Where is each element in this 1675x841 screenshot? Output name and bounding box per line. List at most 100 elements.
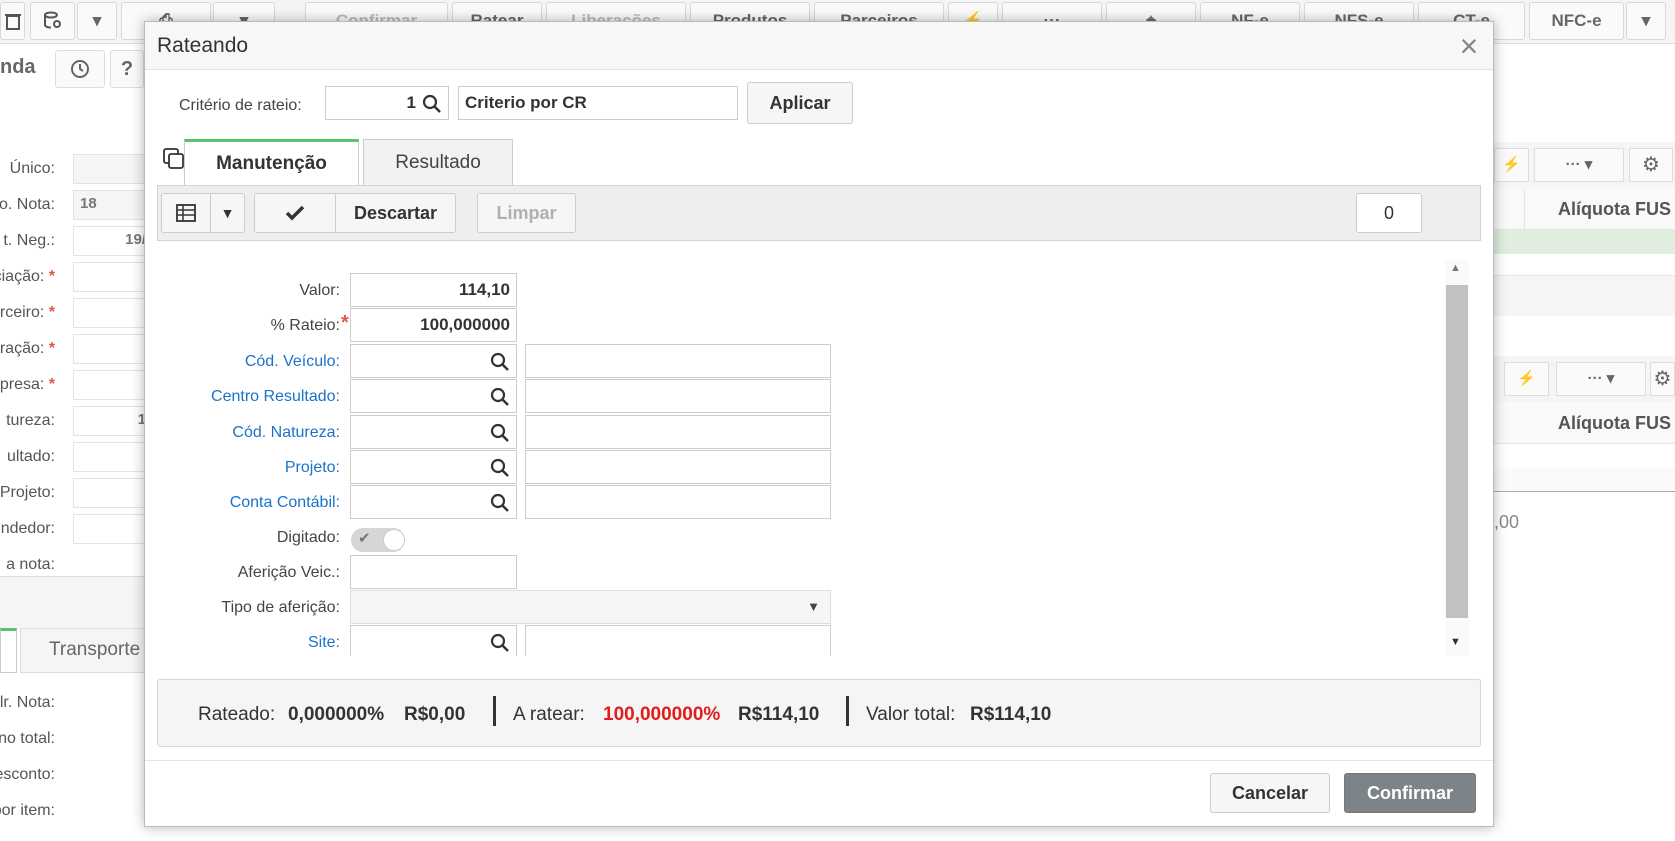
rateio-label: % Rateio:: [270, 317, 340, 334]
row2-label: nda: [0, 56, 36, 78]
centro-label[interactable]: Centro Resultado:: [145, 388, 340, 406]
rateado-percent: 0,000000%: [288, 704, 385, 725]
bg-label: eração: *: [0, 340, 55, 357]
projeto-description[interactable]: [525, 450, 831, 484]
chevron-down-icon[interactable]: ▼: [807, 599, 820, 614]
bg-spacer: [1494, 276, 1675, 316]
natureza-input[interactable]: [350, 415, 517, 449]
search-icon[interactable]: [490, 493, 510, 513]
discard-button[interactable]: Descartar: [335, 193, 456, 233]
check-icon: ✔: [358, 530, 371, 547]
bg-field: [73, 334, 153, 364]
bg-field: [73, 262, 153, 292]
bg-label: Projeto:: [0, 484, 55, 501]
bg-label: ultado:: [6, 448, 55, 465]
more-options-icon[interactable]: ··· ▾: [1556, 362, 1646, 396]
veiculo-description[interactable]: [525, 344, 831, 378]
projeto-input[interactable]: [350, 450, 517, 484]
save-checkmark-icon[interactable]: [254, 193, 336, 233]
chevron-down-icon[interactable]: ▾: [1626, 2, 1666, 40]
scroll-up-icon[interactable]: ▲: [1450, 262, 1461, 274]
afericao-label: Aferição Veic.:: [237, 564, 340, 581]
bg-field: [73, 298, 153, 328]
chevron-down-icon[interactable]: ▼: [210, 193, 245, 233]
nfce-toolbar-button[interactable]: NFC-e: [1529, 2, 1624, 40]
summary-divider: [493, 696, 496, 726]
afericao-input[interactable]: [350, 555, 517, 589]
bg-label: mpresa: *: [0, 376, 55, 393]
cancel-button[interactable]: Cancelar: [1210, 773, 1330, 813]
bg-table-row-selected[interactable]: [1494, 230, 1675, 254]
conta-label[interactable]: Conta Contábil:: [145, 494, 340, 512]
bg-tab-active[interactable]: [0, 628, 17, 673]
bg-divider: [0, 576, 150, 628]
rateio-input[interactable]: 100,000000: [350, 308, 517, 342]
tipo-afericao-select[interactable]: ▼: [350, 590, 831, 624]
search-icon[interactable]: [490, 387, 510, 407]
more-options-icon[interactable]: ··· ▾: [1534, 148, 1624, 182]
close-icon[interactable]: ×: [1451, 28, 1487, 64]
confirm-button[interactable]: Confirmar: [1344, 773, 1476, 813]
aliquota-header: Alíquota FUS: [1558, 199, 1671, 219]
chevron-down-icon[interactable]: ▾: [77, 2, 117, 40]
tab-manutencao[interactable]: Manutenção: [184, 139, 359, 185]
search-icon[interactable]: [490, 423, 510, 443]
rateio-dialog: Rateando × Critério de rateio: 1 Criteri…: [144, 21, 1494, 827]
criterio-code-value: 1: [406, 93, 416, 112]
rateado-label: Rateado:: [198, 704, 276, 725]
lightning-icon[interactable]: ⚡: [1494, 148, 1529, 182]
scroll-down-icon[interactable]: ▼: [1450, 636, 1461, 648]
lightning-icon[interactable]: ⚡: [1504, 362, 1549, 396]
bg-table-row[interactable]: [1494, 254, 1675, 276]
site-input[interactable]: [350, 625, 517, 656]
bg-field: [73, 514, 153, 544]
search-icon[interactable]: [490, 633, 510, 653]
veiculo-label[interactable]: Cód. Veículo:: [145, 353, 340, 371]
bg-field: 1: [73, 406, 153, 436]
database-search-icon[interactable]: [30, 2, 75, 40]
centro-input[interactable]: [350, 379, 517, 413]
grid-view-icon[interactable]: [161, 193, 211, 233]
dialog-header: Rateando ×: [145, 22, 1493, 70]
tab-resultado[interactable]: Resultado: [363, 139, 513, 185]
natureza-description[interactable]: [525, 415, 831, 449]
gear-icon[interactable]: ⚙: [1650, 362, 1675, 396]
bg-label: Único:: [9, 160, 55, 177]
criterio-code-input[interactable]: 1: [325, 86, 449, 120]
clear-button[interactable]: Limpar: [477, 193, 576, 233]
refresh-icon[interactable]: [55, 50, 105, 88]
search-icon[interactable]: [490, 352, 510, 372]
conta-input[interactable]: [350, 485, 517, 519]
required-marker: *: [341, 312, 349, 334]
site-label[interactable]: Site:: [145, 634, 340, 652]
tab-transporte[interactable]: Transporte: [20, 628, 150, 673]
aliquota-header: Alíquota FUS: [1558, 413, 1671, 433]
digitado-label: Digitado:: [276, 529, 340, 546]
criterio-name-input[interactable]: Criterio por CR: [458, 86, 738, 120]
valor-input[interactable]: 114,10: [350, 273, 517, 307]
bg-label: esconto no total:: [0, 730, 55, 747]
trash-icon[interactable]: [0, 2, 25, 40]
search-icon[interactable]: [422, 94, 442, 114]
search-icon[interactable]: [490, 458, 510, 478]
total-value: R$114,10: [970, 704, 1052, 725]
natureza-label[interactable]: Cód. Natureza:: [145, 424, 340, 442]
bg-label: a nota:: [6, 556, 55, 573]
centro-description[interactable]: [525, 379, 831, 413]
bg-divider: [1524, 188, 1525, 230]
gear-icon[interactable]: ⚙: [1629, 148, 1673, 182]
conta-description[interactable]: [525, 485, 831, 519]
summary-divider: [846, 696, 849, 726]
aratear-value: R$114,10: [738, 704, 820, 725]
help-icon[interactable]: ?: [110, 50, 144, 88]
apply-button[interactable]: Aplicar: [747, 82, 853, 124]
bg-table-header: Alíquota FUS: [1494, 402, 1675, 444]
veiculo-input[interactable]: [350, 344, 517, 378]
bg-separator: [1494, 468, 1675, 492]
footer-divider: [145, 760, 1493, 761]
bg-table-header: Alíquota FUS: [1494, 188, 1675, 230]
bg-field: 19/: [73, 226, 153, 256]
scrollbar-thumb[interactable]: [1446, 285, 1468, 618]
projeto-label[interactable]: Projeto:: [145, 459, 340, 477]
site-description[interactable]: [525, 625, 831, 656]
